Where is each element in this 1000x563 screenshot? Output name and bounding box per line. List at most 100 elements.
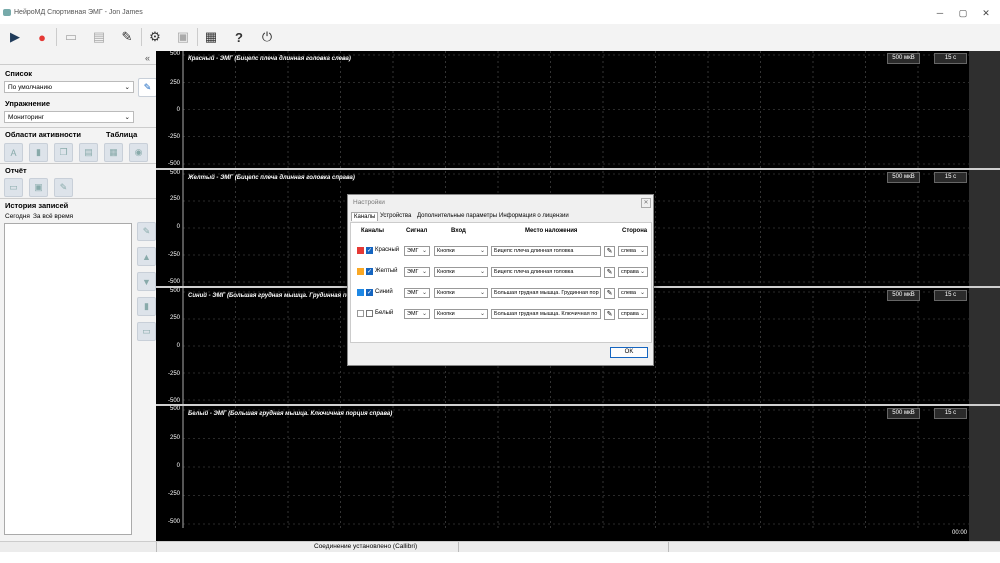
history-tab-today[interactable]: Сегодня [5,213,30,220]
power-button[interactable]: ⏻ [256,27,278,47]
playback-icon: ▭ [64,29,78,44]
channel-checkbox[interactable] [366,310,373,317]
input-select[interactable]: Кнопки ⌄ [434,246,488,256]
edit-placement-button[interactable]: ✎ [604,267,615,278]
table-grid-button[interactable]: ▦ [104,143,123,162]
tab-license[interactable]: Информация о лицензии [497,212,571,220]
scale-badge[interactable]: 500 мкВ [887,53,920,64]
title-bar: НейроМД Спортивная ЭМГ - Jon James ─ ▢ ✕ [0,0,1000,24]
channel-title: Красный - ЭМГ (Бицепс плеча длинная голо… [188,56,351,62]
side-select[interactable]: справа ⌄ [618,309,648,319]
channel-checkbox[interactable]: ✓ [366,268,373,275]
maximize-button[interactable]: ▢ [955,8,971,19]
report-image-button[interactable]: ▣ [29,178,48,197]
chevron-down-icon: ⌄ [421,248,427,254]
play-icon: ▶ [10,29,20,44]
history-export-button[interactable]: ▭ [137,322,156,341]
side-select[interactable]: слева ⌄ [618,246,648,256]
table-view-button[interactable]: ◉ [129,143,148,162]
edit-placement-button[interactable]: ✎ [604,309,615,320]
time-axis: 00:00 [156,528,969,541]
signal-select[interactable]: ЭМГ ⌄ [404,288,430,298]
signal-select[interactable]: ЭМГ ⌄ [404,309,430,319]
record-button[interactable]: ● [31,27,53,47]
history-edit-button[interactable]: ✎ [137,222,156,241]
pane-separator[interactable] [156,404,1000,406]
tab-advanced[interactable]: Дополнительные параметры [415,212,499,220]
placement-field[interactable]: Большая грудная мышца. Грудинная пор [491,288,601,298]
app-logo-icon [3,9,11,16]
time-badge[interactable]: 15 с [934,172,967,183]
placement-field[interactable]: Бицепс плеча длинная головка [491,246,601,256]
playback-button[interactable]: ▭ [60,27,82,47]
play-button[interactable]: ▶ [4,27,26,47]
pencil-icon: ✎ [606,311,613,318]
history-down-button[interactable]: ▼ [137,272,156,291]
side-select[interactable]: справа ⌄ [618,267,648,277]
exercise-label: Упражнение [5,99,50,108]
list-select[interactable]: По умолчанию ⌄ [4,81,134,93]
time-badge[interactable]: 15 с [934,53,967,64]
scale-badge[interactable]: 500 мкВ [887,172,920,183]
time-badge[interactable]: 15 с [934,408,967,419]
exercise-select[interactable]: Мониторинг ⌄ [4,111,134,123]
divider [156,542,157,552]
header-signal: Сигнал [406,228,428,234]
edit-list-button[interactable]: ✎ [138,78,157,97]
placement-field[interactable]: Большая грудная мышца. Ключичная по [491,309,601,319]
chevron-down-icon: ⌄ [479,311,485,317]
channel-title: Белый - ЭМГ (Большая грудная мышца. Ключ… [188,411,393,417]
signal-select[interactable]: ЭМГ ⌄ [404,267,430,277]
channel-checkbox[interactable]: ✓ [366,247,373,254]
areas-label: Области активности [5,130,82,139]
channel-color-swatch [357,247,364,254]
dialog-close-button[interactable]: ✕ [641,198,651,208]
placement-field[interactable]: Бицепс плеча длинная головка [491,267,601,277]
toolbar-divider [141,28,142,46]
edit-button[interactable]: ✎ [116,27,138,47]
report-create-button[interactable]: ▭ [4,178,23,197]
area-text-button[interactable]: A [4,143,23,162]
pencil-icon: ✎ [606,290,613,297]
history-list[interactable] [4,223,132,535]
report-button[interactable]: ▤ [88,27,110,47]
history-delete-button[interactable]: ▮ [137,297,156,316]
input-select[interactable]: Кнопки ⌄ [434,288,488,298]
list-label: Список [5,69,33,78]
minimize-button[interactable]: ─ [932,8,948,18]
signal-select[interactable]: ЭМГ ⌄ [404,246,430,256]
area-paste-button[interactable]: ▤ [79,143,98,162]
table-button[interactable]: ▦ [200,27,222,47]
tab-channels[interactable]: Каналы [351,212,379,221]
area-delete-button[interactable]: ▮ [29,143,48,162]
history-up-button[interactable]: ▲ [137,247,156,266]
input-select[interactable]: Кнопки ⌄ [434,309,488,319]
right-scroll-column[interactable] [969,51,1000,541]
report-edit-button[interactable]: ✎ [54,178,73,197]
area-copy-button[interactable]: ❐ [54,143,73,162]
edit-placement-button[interactable]: ✎ [604,288,615,299]
channel-name: Красный [375,247,400,253]
settings-button[interactable]: ⚙ [144,27,166,47]
collapse-panel-icon[interactable]: « [145,53,150,63]
input-select[interactable]: Кнопки ⌄ [434,267,488,277]
help-button[interactable]: ? [228,27,250,47]
ok-button[interactable]: OK [610,347,648,358]
scale-badge[interactable]: 500 мкВ [887,290,920,301]
time-badge[interactable]: 15 с [934,290,967,301]
side-select[interactable]: слева ⌄ [618,288,648,298]
channel-checkbox[interactable]: ✓ [366,289,373,296]
scale-badge[interactable]: 500 мкВ [887,408,920,419]
chevron-down-icon: ⌄ [421,290,427,296]
y-tick: -250 [167,491,180,497]
text-icon: A [10,147,17,158]
chevron-down-icon: ⌄ [639,311,645,317]
calibrate-button[interactable]: ▣ [172,27,194,47]
tab-devices[interactable]: Устройства [378,212,413,220]
y-tick: 500 [169,288,180,294]
close-button[interactable]: ✕ [978,8,994,19]
pane-separator[interactable] [156,168,1000,170]
history-tab-all[interactable]: За всё время [33,213,73,220]
edit-placement-button[interactable]: ✎ [604,246,615,257]
edit-icon: ✎ [121,29,133,44]
